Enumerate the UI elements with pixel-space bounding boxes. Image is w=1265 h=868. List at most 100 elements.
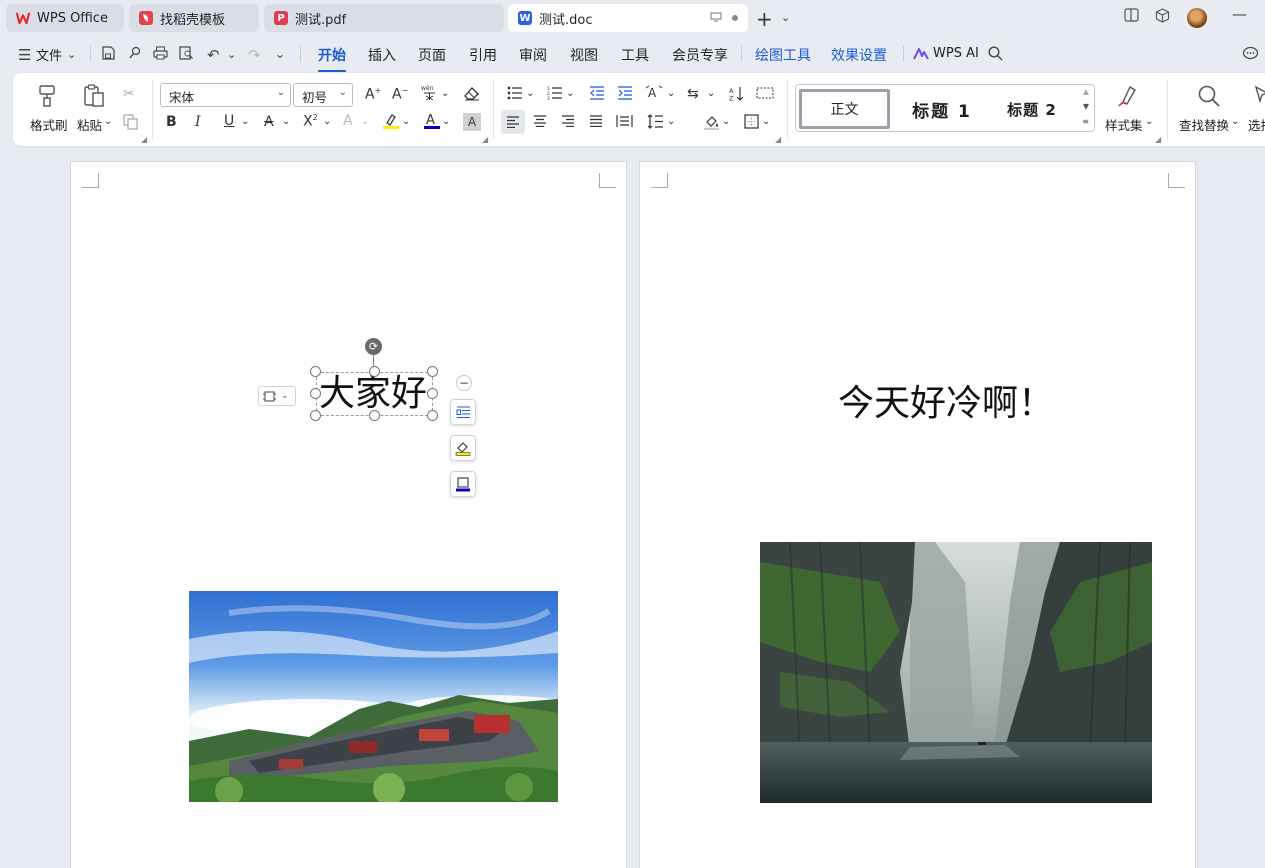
chevron-down-icon[interactable]: ⌄ bbox=[667, 116, 675, 127]
tab-docer-templates[interactable]: 找稻壳模板 bbox=[129, 4, 259, 32]
format-painter-label[interactable]: 格式刷 bbox=[30, 115, 68, 134]
resize-handle[interactable] bbox=[310, 366, 321, 377]
print-preview-icon[interactable] bbox=[179, 46, 194, 64]
decrease-font-size-icon[interactable]: A− bbox=[392, 86, 408, 103]
chevron-down-icon[interactable]: ⌄ bbox=[1231, 116, 1239, 127]
font-color-icon[interactable]: A bbox=[423, 112, 441, 134]
paragraph-direction-icon[interactable]: ⇆ bbox=[687, 86, 699, 102]
dialog-launcher-icon[interactable]: ◢ bbox=[482, 135, 488, 144]
format-painter-icon[interactable] bbox=[36, 84, 58, 114]
dialog-launcher-icon[interactable]: ◢ bbox=[775, 135, 781, 144]
resize-handle[interactable] bbox=[427, 366, 438, 377]
menu-file[interactable]: 文件 bbox=[36, 45, 62, 64]
fill-color-float-button[interactable] bbox=[450, 435, 476, 461]
numbered-list-icon[interactable]: 123 bbox=[547, 86, 563, 104]
sort-icon[interactable]: AZ bbox=[729, 86, 745, 105]
chevron-down-icon[interactable]: ⌄ bbox=[667, 88, 675, 99]
new-tab-plus-icon[interactable]: + bbox=[756, 7, 773, 31]
chevron-down-icon[interactable]: ⌄ bbox=[323, 116, 331, 127]
text-direction-icon[interactable]: A bbox=[645, 85, 663, 105]
unsaved-dot-icon[interactable] bbox=[732, 15, 738, 21]
chevron-down-icon[interactable]: ⌄ bbox=[104, 116, 112, 127]
style-set-icon[interactable] bbox=[1117, 84, 1139, 114]
strikethrough-icon[interactable]: A bbox=[264, 114, 274, 130]
resize-handle[interactable] bbox=[427, 388, 438, 399]
resize-handle[interactable] bbox=[310, 410, 321, 421]
underline-icon[interactable]: U bbox=[224, 113, 234, 129]
chevron-down-icon[interactable]: ⌄ bbox=[1145, 116, 1153, 127]
paste-label[interactable]: 粘贴 bbox=[77, 115, 102, 134]
borders-icon[interactable] bbox=[744, 114, 759, 133]
print-icon[interactable] bbox=[153, 46, 168, 64]
chevron-down-icon[interactable]: ⌄ bbox=[442, 116, 450, 127]
mountain-temple-image[interactable] bbox=[189, 591, 558, 802]
bullet-list-icon[interactable] bbox=[507, 86, 523, 104]
more-chevron-icon[interactable]: ⌄ bbox=[275, 47, 285, 61]
menu-page[interactable]: 页面 bbox=[418, 45, 446, 65]
select-cursor-icon[interactable] bbox=[1254, 84, 1265, 114]
clear-formatting-icon[interactable] bbox=[463, 86, 480, 105]
resize-handle[interactable] bbox=[369, 366, 380, 377]
menu-home[interactable]: 开始 bbox=[318, 45, 346, 72]
menu-drawing-tools[interactable]: 绘图工具 bbox=[755, 45, 811, 65]
text-effect-icon[interactable]: A bbox=[343, 113, 353, 129]
sidebar-layout-icon[interactable] bbox=[1124, 8, 1139, 26]
bold-icon[interactable]: B bbox=[166, 114, 177, 130]
copy-icon[interactable] bbox=[123, 114, 139, 134]
menu-effect-settings[interactable]: 效果设置 bbox=[831, 45, 887, 65]
align-left-icon[interactable] bbox=[501, 110, 525, 134]
highlight-icon[interactable] bbox=[382, 112, 400, 134]
menu-review[interactable]: 审阅 bbox=[519, 45, 547, 65]
screen-icon[interactable] bbox=[710, 12, 722, 25]
character-shading-icon[interactable]: A bbox=[463, 113, 481, 131]
chevron-down-icon[interactable]: ⌄ bbox=[441, 88, 449, 99]
resize-handle[interactable] bbox=[310, 388, 321, 399]
line-spacing-icon[interactable] bbox=[647, 114, 664, 133]
search-icon[interactable] bbox=[988, 46, 1003, 65]
find-replace-icon[interactable] bbox=[1197, 84, 1221, 114]
dialog-launcher-icon[interactable]: ◢ bbox=[1155, 135, 1161, 144]
scroll-up-icon[interactable]: ▲ bbox=[1083, 87, 1089, 96]
user-avatar[interactable] bbox=[1187, 8, 1207, 28]
menu-tools[interactable]: 工具 bbox=[621, 45, 649, 65]
redo-icon[interactable]: ↷ bbox=[248, 46, 261, 64]
chevron-down-icon[interactable]: ⌄ bbox=[762, 116, 770, 127]
document-page-1[interactable]: ⟳ 大家好 ⌄ − bbox=[70, 161, 627, 868]
wps-ai-icon[interactable] bbox=[913, 46, 929, 64]
dialog-launcher-icon[interactable]: ◢ bbox=[141, 135, 147, 144]
chevron-down-icon[interactable]: ⌄ bbox=[707, 88, 715, 99]
document-page-2[interactable]: 今天好冷啊！ bbox=[639, 161, 1196, 868]
rotate-handle-icon[interactable]: ⟳ bbox=[365, 338, 382, 355]
canyon-river-image[interactable] bbox=[760, 542, 1152, 803]
hamburger-menu-icon[interactable]: ☰ bbox=[18, 46, 31, 64]
chevron-down-icon[interactable]: ⌄ bbox=[402, 116, 410, 127]
font-size-select[interactable]: 初号 ⌄ bbox=[293, 83, 353, 107]
chat-bubble-icon[interactable] bbox=[1242, 46, 1259, 65]
align-right-icon[interactable] bbox=[561, 115, 575, 131]
menu-view[interactable]: 视图 bbox=[570, 45, 598, 65]
collapse-minus-icon[interactable]: − bbox=[456, 375, 472, 391]
format-brush-icon[interactable] bbox=[128, 46, 142, 64]
text-wrap-float-button[interactable] bbox=[450, 399, 476, 425]
tab-wps-office[interactable]: WPS Office bbox=[6, 4, 124, 32]
chevron-down-icon[interactable]: ⌄ bbox=[781, 11, 790, 24]
chevron-down-icon[interactable]: ⌄ bbox=[282, 116, 290, 127]
find-replace-label[interactable]: 查找替换 bbox=[1179, 115, 1229, 134]
show-hide-marks-icon[interactable] bbox=[756, 86, 774, 104]
increase-font-size-icon[interactable]: A+ bbox=[365, 86, 381, 103]
decrease-indent-icon[interactable] bbox=[589, 86, 605, 104]
save-icon[interactable] bbox=[101, 46, 115, 64]
minimize-icon[interactable]: — bbox=[1232, 5, 1247, 23]
undo-icon[interactable]: ↶ bbox=[207, 46, 220, 64]
tab-test-doc[interactable]: W 测试.doc bbox=[508, 4, 748, 32]
select-label[interactable]: 选择 bbox=[1248, 115, 1265, 134]
menu-references[interactable]: 引用 bbox=[469, 45, 497, 65]
layout-options-button[interactable]: ⌄ bbox=[258, 386, 296, 406]
page-heading-text[interactable]: 今天好冷啊！ bbox=[838, 374, 1054, 426]
resize-handle[interactable] bbox=[427, 410, 438, 421]
menu-insert[interactable]: 插入 bbox=[368, 45, 396, 65]
font-name-select[interactable]: 宋体 ⌄ bbox=[160, 83, 291, 107]
paste-icon[interactable] bbox=[83, 84, 105, 114]
phonetic-guide-icon[interactable]: wén bbox=[421, 85, 439, 105]
distributed-align-icon[interactable] bbox=[616, 114, 633, 132]
